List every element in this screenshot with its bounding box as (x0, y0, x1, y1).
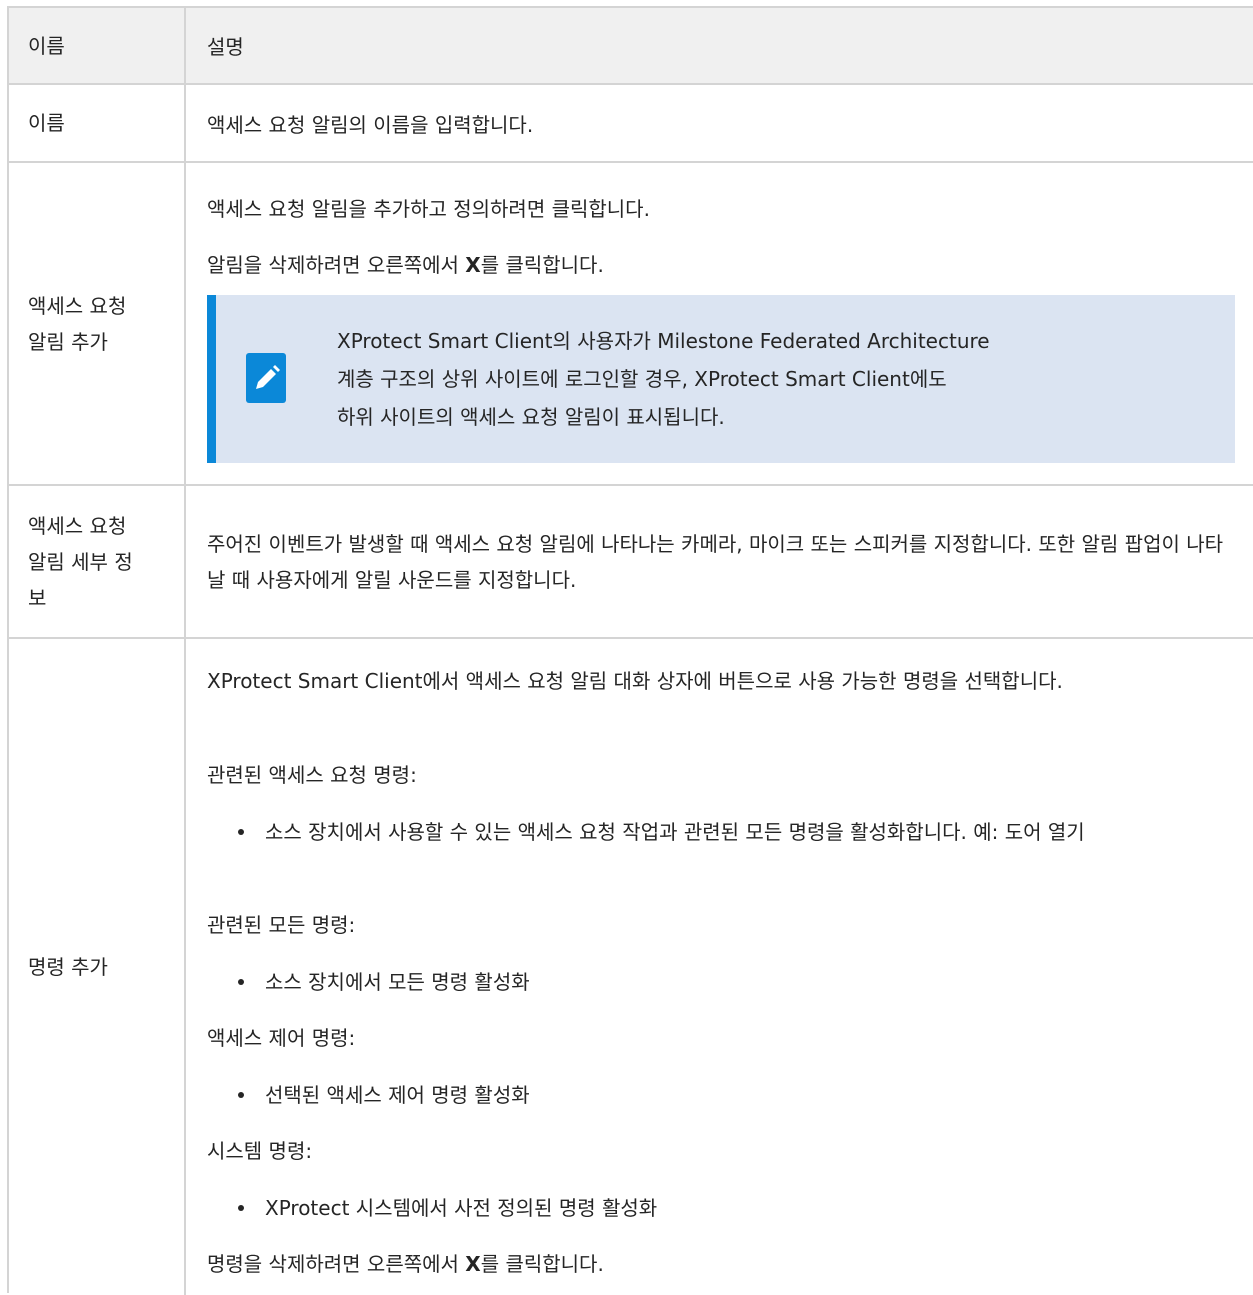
note-line: XProtect Smart Client의 사용자가 Milestone Fe… (337, 329, 990, 353)
bullet-dot (238, 1205, 244, 1211)
bullet-dot (238, 829, 244, 835)
note-box: XProtect Smart Client의 사용자가 Milestone Fe… (207, 295, 1235, 463)
note-line: 계층 구조의 상위 사이트에 로그인할 경우, XProtect Smart C… (337, 367, 947, 391)
group-title: 시스템 명령: (207, 1139, 313, 1163)
list-item: XProtect 시스템에서 사전 정의된 명령 활성화 (238, 1190, 1239, 1226)
note-text: XProtect Smart Client의 사용자가 Milestone Fe… (337, 322, 1137, 436)
table-row: 이름 액세스 요청 알림의 이름을 입력합니다. (9, 85, 1253, 163)
row-desc-text: 주어진 이벤트가 발생할 때 액세스 요청 알림에 나타나는 카메라, 마이크 … (207, 531, 1224, 592)
row-desc-cell: 액세스 요청 알림의 이름을 입력합니다. (186, 85, 1253, 161)
header-desc-cell: 설명 (186, 8, 1253, 83)
row-name-cell: 액세스 요청 알림 추가 (9, 163, 186, 484)
row-name-label: 이름 (28, 111, 65, 135)
list-item: 소스 장치에서 사용할 수 있는 액세스 요청 작업과 관련된 모든 명령을 활… (238, 814, 1239, 850)
group-title: 관련된 액세스 요청 명령: (207, 763, 417, 787)
list-item-text: 선택된 액세스 제어 명령 활성화 (265, 1083, 530, 1107)
delete-text-a: 알림을 삭제하려면 오른쪽에서 (207, 253, 466, 277)
list-item: 선택된 액세스 제어 명령 활성화 (238, 1077, 1239, 1113)
commands-intro: XProtect Smart Client에서 액세스 요청 알림 대화 상자에… (207, 669, 1063, 693)
group-title: 액세스 제어 명령: (207, 1026, 356, 1050)
row-name-label: 명령 추가 (28, 955, 108, 979)
bullet-dot (238, 979, 244, 985)
row-name-cell: 액세스 요청 알림 세부 정보 (9, 486, 186, 637)
row-name-cell: 명령 추가 (9, 639, 186, 1295)
row-desc-cell: XProtect Smart Client에서 액세스 요청 알림 대화 상자에… (186, 639, 1253, 1295)
table-row: 명령 추가 XProtect Smart Client에서 액세스 요청 알림 … (9, 639, 1253, 1295)
row-name-label: 액세스 요청 알림 추가 (28, 293, 127, 354)
row-desc-cell: 액세스 요청 알림을 추가하고 정의하려면 클릭합니다. 알림을 삭제하려면 오… (186, 163, 1253, 484)
header-name-label: 이름 (28, 33, 65, 58)
table-row: 액세스 요청 알림 추가 액세스 요청 알림을 추가하고 정의하려면 클릭합니다… (9, 163, 1253, 486)
table-header-row: 이름 설명 (9, 8, 1253, 85)
group-title: 관련된 모든 명령: (207, 913, 356, 937)
header-name-cell: 이름 (9, 8, 186, 83)
outro-x: X (465, 1252, 481, 1276)
row-name-label: 액세스 요청 알림 세부 정보 (28, 513, 133, 610)
list-item: 소스 장치에서 모든 명령 활성화 (238, 964, 1239, 1000)
outro-text-a: 명령을 삭제하려면 오른쪽에서 (207, 1252, 466, 1276)
row-name-cell: 이름 (9, 85, 186, 161)
row-desc-cell: 주어진 이벤트가 발생할 때 액세스 요청 알림에 나타나는 카메라, 마이크 … (186, 486, 1253, 637)
delete-text-b: 를 클릭합니다. (480, 253, 604, 277)
list-item-text: 소스 장치에서 사용할 수 있는 액세스 요청 작업과 관련된 모든 명령을 활… (265, 820, 1085, 844)
delete-x: X (465, 253, 481, 277)
pencil-icon (246, 353, 286, 403)
table-row: 액세스 요청 알림 세부 정보 주어진 이벤트가 발생할 때 액세스 요청 알림… (9, 486, 1253, 639)
list-item-text: XProtect 시스템에서 사전 정의된 명령 활성화 (265, 1196, 658, 1220)
add-paragraph: 액세스 요청 알림을 추가하고 정의하려면 클릭합니다. (207, 197, 650, 221)
commands-outro: 명령을 삭제하려면 오른쪽에서 X를 클릭합니다. (207, 1246, 1239, 1282)
row-desc-text: 액세스 요청 알림의 이름을 입력합니다. (207, 112, 534, 137)
bullet-dot (238, 1092, 244, 1098)
outro-text-b: 를 클릭합니다. (480, 1252, 604, 1276)
list-item-text: 소스 장치에서 모든 명령 활성화 (265, 970, 530, 994)
header-desc-label: 설명 (207, 35, 244, 59)
delete-paragraph: 알림을 삭제하려면 오른쪽에서 X를 클릭합니다. (207, 247, 1239, 283)
properties-table: 이름 설명 이름 액세스 요청 알림의 이름을 입력합니다. 액세스 요청 알림… (7, 6, 1253, 1295)
note-line: 하위 사이트의 액세스 요청 알림이 표시됩니다. (337, 405, 725, 429)
